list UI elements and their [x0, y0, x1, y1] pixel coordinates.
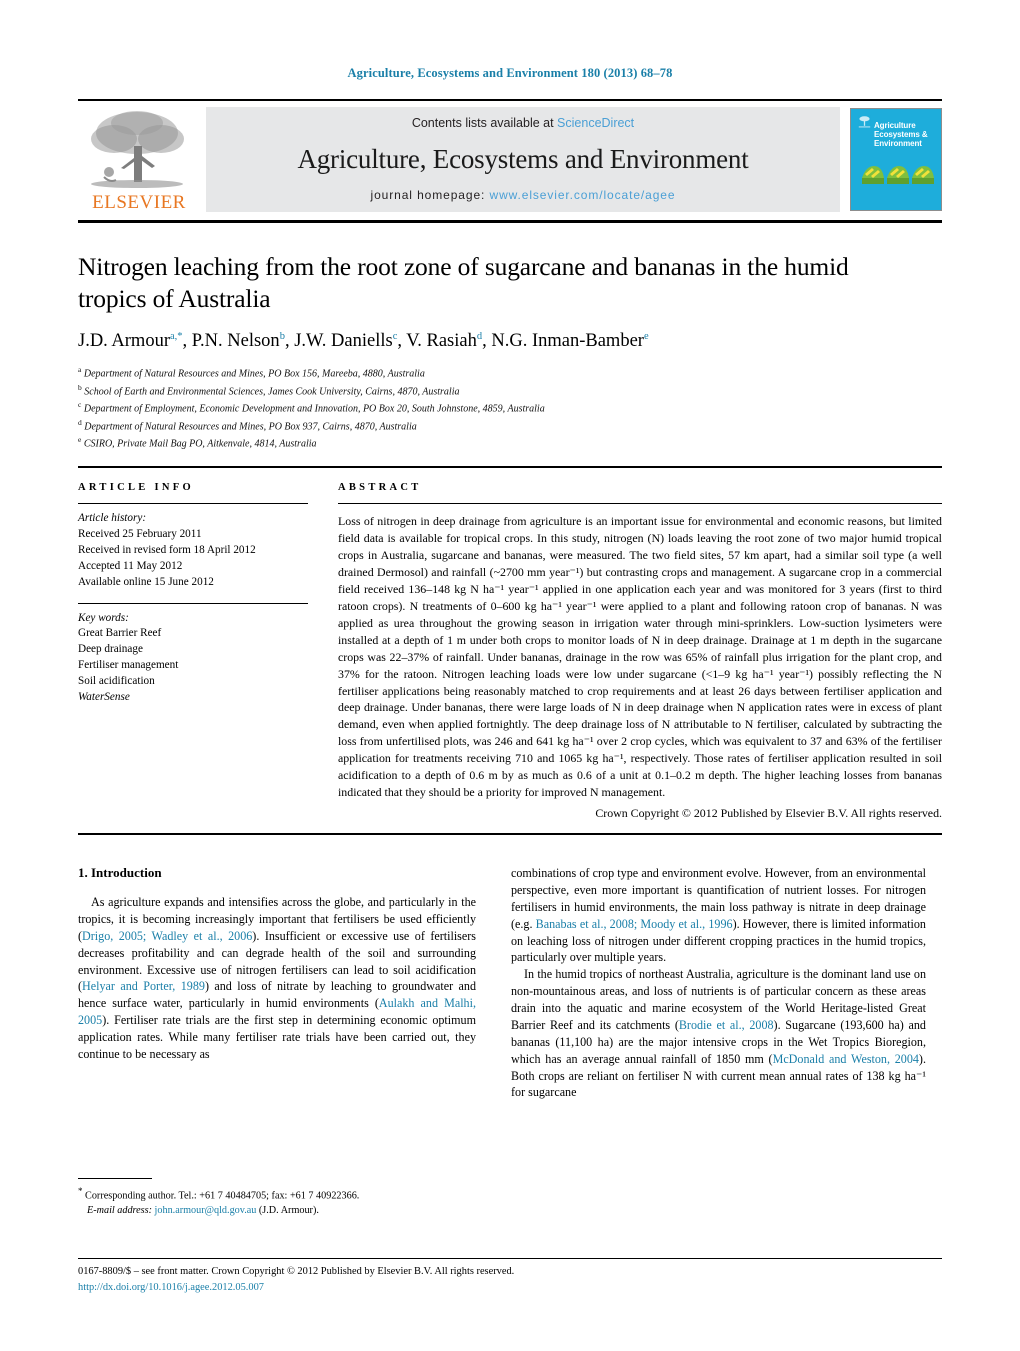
history-item: Received in revised form 18 April 2012 — [78, 543, 256, 556]
article-info-heading: ARTICLE INFO — [78, 481, 194, 493]
author-name: J.W. Daniells — [294, 331, 393, 352]
author-name: N.G. Inman-Bamber — [491, 331, 644, 352]
author-name: P.N. Nelson — [191, 331, 280, 352]
affiliation-marker: a — [78, 365, 82, 375]
abstract-column: ABSTRACT Loss of nitrogen in deep draina… — [330, 482, 942, 821]
article-history-block: Article history: Received 25 February 20… — [78, 511, 308, 600]
journal-cover-title: Agriculture Ecosystems & Environment — [874, 121, 928, 148]
elsevier-wordmark: ELSEVIER — [92, 192, 186, 213]
affiliation-marker: e — [78, 435, 82, 445]
footer-doi-link[interactable]: http://dx.doi.org/10.1016/j.agee.2012.05… — [78, 1280, 942, 1296]
keyword-item: WaterSense — [78, 691, 130, 704]
history-item: Received 25 February 2011 — [78, 527, 202, 540]
homepage-prefix: journal homepage: — [370, 188, 490, 202]
abstract-heading: ABSTRACT — [338, 481, 422, 493]
affiliation-item: c Department of Employment, Economic Dev… — [78, 399, 942, 417]
footnote-divider — [78, 1178, 152, 1179]
article-info-column: ARTICLE INFO Article history: Received 2… — [78, 482, 330, 821]
footer-divider — [78, 1258, 942, 1259]
corresponding-author-marker: * — [177, 331, 183, 343]
author-item: N.G. Inman-Bambere — [491, 331, 648, 351]
article-history-label: Article history: — [78, 511, 147, 524]
author-item: V. Rasiahd — [406, 331, 482, 351]
affiliation-item: e CSIRO, Private Mail Bag PO, Aitkenvale… — [78, 434, 942, 452]
journal-title: Agriculture, Ecosystems and Environment — [297, 143, 749, 174]
journal-article-page: Agriculture, Ecosystems and Environment … — [78, 0, 942, 1351]
author-item: J.W. Daniellsc — [294, 331, 397, 351]
author-affiliation-marker: e — [643, 331, 649, 343]
author-affiliation-marker: d — [476, 331, 483, 343]
email-suffix: (J.D. Armour). — [258, 1205, 319, 1217]
author-item: P.N. Nelsonb — [192, 331, 285, 351]
affiliation-text: School of Earth and Environmental Scienc… — [84, 386, 460, 398]
author-affiliation-marker: c — [392, 331, 398, 343]
paragraph-text: ). Fertiliser rate trials are the first … — [78, 1013, 476, 1061]
article-info-body: Article history: Received 25 February 20… — [78, 504, 308, 706]
keyword-item: Soil acidification — [78, 675, 155, 688]
sciencedirect-link[interactable]: ScienceDirect — [557, 116, 634, 130]
journal-masthead: ELSEVIER Contents lists available at Sci… — [78, 99, 942, 223]
history-item: Available online 15 June 2012 — [78, 575, 214, 588]
affiliation-item: a Department of Natural Resources and Mi… — [78, 364, 942, 382]
affiliation-text: Department of Natural Resources and Mine… — [84, 421, 417, 433]
affiliation-marker: b — [78, 382, 82, 392]
affiliation-text: Department of Employment, Economic Devel… — [83, 403, 545, 415]
journal-cover-thumbnail[interactable]: Agriculture Ecosystems & Environment — [850, 108, 942, 211]
elsevier-tree-icon — [91, 111, 184, 188]
corresponding-author-footnote: * Corresponding author. Tel.: +61 7 4048… — [78, 1178, 493, 1219]
author-item: J.D. Armoura,* — [78, 331, 183, 351]
citation-link[interactable]: Brodie et al., 2008 — [679, 1018, 774, 1032]
keyword-item: Deep drainage — [78, 643, 143, 656]
citation-link[interactable]: Helyar and Porter, 1989 — [82, 979, 205, 993]
email-label: E-mail address: — [87, 1205, 152, 1217]
contents-list-line: Contents lists available at ScienceDirec… — [412, 116, 634, 130]
affiliation-list: a Department of Natural Resources and Mi… — [78, 364, 942, 452]
intro-paragraph-left: As agriculture expands and intensifies a… — [78, 894, 476, 1063]
contents-prefix: Contents lists available at — [411, 116, 558, 130]
footnote-star-marker: * — [78, 1186, 83, 1196]
body-column-left: 1. Introduction As agriculture expands a… — [78, 865, 493, 1101]
author-affiliation-marker: b — [279, 331, 285, 343]
info-abstract-section: ARTICLE INFO Article history: Received 2… — [78, 468, 942, 821]
affiliation-marker: d — [78, 417, 82, 427]
intro-paragraph-right-1: combinations of crop type and environmen… — [511, 865, 926, 966]
section-heading-introduction: 1. Introduction — [78, 865, 162, 881]
keywords-block: Key words: Great Barrier Reef Deep drain… — [78, 604, 308, 706]
running-head: Agriculture, Ecosystems and Environment … — [347, 66, 673, 80]
abstract-text: Loss of nitrogen in deep drainage from a… — [338, 513, 942, 800]
elsevier-mark-icon — [858, 115, 871, 129]
affiliation-marker: c — [78, 400, 82, 410]
citation-link[interactable]: McDonald and Weston, 2004 — [773, 1052, 919, 1066]
affiliation-text: Department of Natural Resources and Mine… — [83, 368, 425, 380]
elsevier-logo: ELSEVIER — [78, 105, 200, 214]
keyword-item: Great Barrier Reef — [78, 627, 162, 640]
page-title: Nitrogen leaching from the root zone of … — [78, 252, 849, 313]
keywords-label: Key words: — [78, 611, 129, 624]
history-item: Accepted 11 May 2012 — [78, 559, 183, 572]
footer-issn-line: 0167-8809/$ – see front matter. Crown Co… — [78, 1266, 515, 1277]
author-name: V. Rasiah — [406, 331, 477, 352]
body-column-right: combinations of crop type and environmen… — [511, 865, 926, 1101]
journal-homepage-link[interactable]: www.elsevier.com/locate/agee — [490, 188, 676, 202]
author-name: J.D. Armour — [78, 331, 170, 352]
keyword-item: Fertiliser management — [78, 659, 179, 672]
title-block: Nitrogen leaching from the root zone of … — [78, 223, 942, 452]
corresponding-author-line: Corresponding author. Tel.: +61 7 404847… — [85, 1190, 360, 1202]
affiliation-item: d Department of Natural Resources and Mi… — [78, 417, 942, 435]
citation-link[interactable]: Banabas et al., 2008; Moody et al., 1996 — [536, 917, 733, 931]
journal-homepage-line: journal homepage: www.elsevier.com/locat… — [371, 188, 676, 202]
intro-paragraph-right-2: In the humid tropics of northeast Austra… — [511, 966, 926, 1101]
author-list: J.D. Armoura,*, P.N. Nelsonb, J.W. Danie… — [78, 331, 649, 352]
affiliation-item: b School of Earth and Environmental Scie… — [78, 382, 942, 400]
affiliation-text: CSIRO, Private Mail Bag PO, Aitkenvale, … — [83, 438, 317, 450]
email-link[interactable]: john.armour@qld.gov.au — [155, 1205, 257, 1216]
abstract-copyright: Crown Copyright © 2012 Published by Else… — [595, 806, 942, 821]
footnote-text: * Corresponding author. Tel.: +61 7 4048… — [78, 1185, 493, 1219]
page-footer: 0167-8809/$ – see front matter. Crown Co… — [78, 1258, 942, 1295]
citation-link[interactable]: Drigo, 2005; Wadley et al., 2006 — [82, 929, 252, 943]
journal-banner: Contents lists available at ScienceDirec… — [206, 107, 840, 212]
article-body: 1. Introduction As agriculture expands a… — [78, 835, 942, 1101]
journal-cover-artwork — [862, 166, 934, 184]
